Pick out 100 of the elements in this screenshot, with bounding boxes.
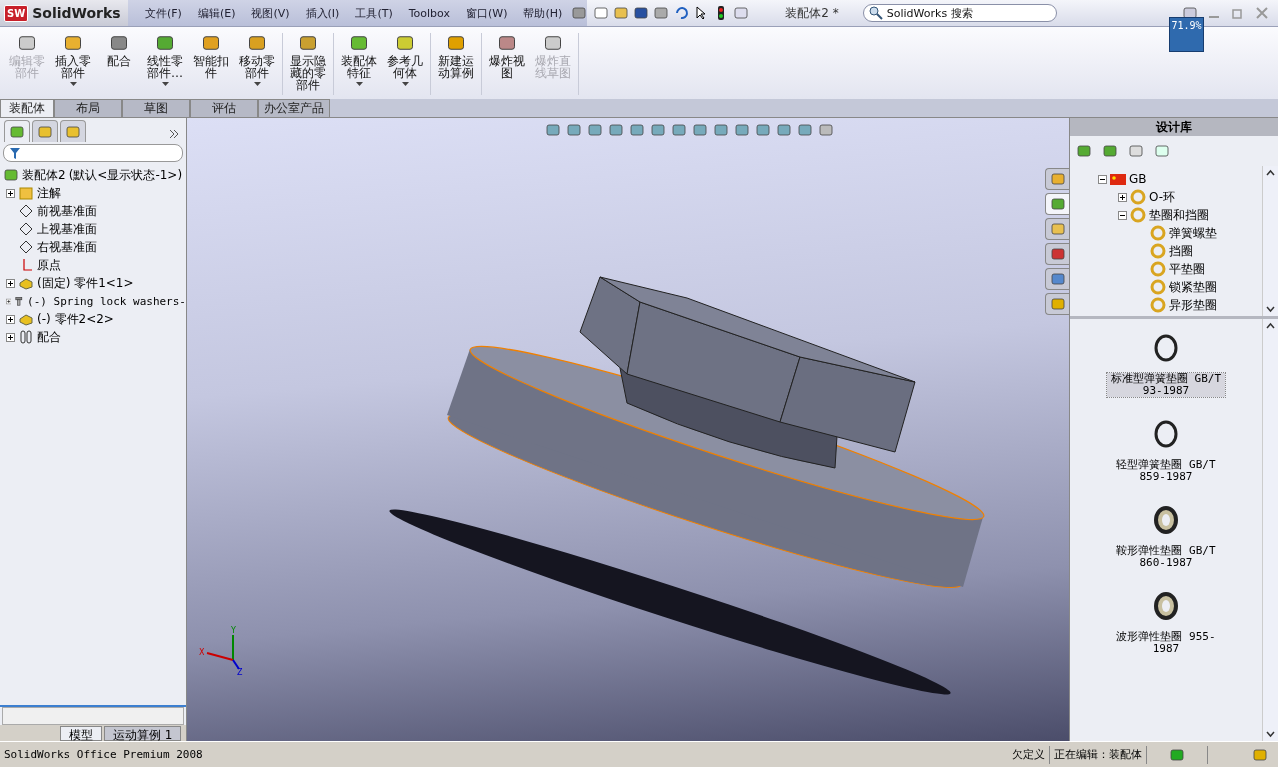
library-tree-item[interactable]: 异形垫圈: [1169, 296, 1217, 314]
library-item-label[interactable]: 标准型弹簧垫圈 GB/T 93-1987: [1107, 373, 1225, 397]
side-panel-tab[interactable]: [1045, 268, 1069, 290]
tree-item[interactable]: 上视基准面: [37, 220, 97, 238]
tree-item[interactable]: (-) 零件2<2>: [37, 310, 114, 328]
caret-icon[interactable]: [355, 82, 363, 86]
menu-item[interactable]: 帮助(H): [516, 5, 570, 21]
panel-tab[interactable]: [4, 120, 30, 142]
tab[interactable]: 装配体: [0, 99, 54, 117]
tree-item[interactable]: 原点: [37, 256, 61, 274]
search-icon: [867, 5, 884, 21]
tree-item[interactable]: 注解: [37, 184, 61, 202]
tree-item[interactable]: 右视基准面: [37, 238, 97, 256]
new-document-icon[interactable]: [593, 5, 610, 21]
collapse-icon[interactable]: [1118, 210, 1127, 220]
caret-icon[interactable]: [401, 82, 409, 86]
model-tab[interactable]: 运动算例 1: [104, 725, 182, 741]
panel-tab[interactable]: [32, 120, 58, 142]
tree-item[interactable]: (-) Spring lock washers-: [27, 294, 186, 308]
caret-icon[interactable]: [253, 82, 261, 86]
panel-title: 设计库: [1156, 118, 1192, 136]
search-input[interactable]: SolidWorks 搜索: [886, 6, 1037, 20]
ring-icon: [1150, 297, 1166, 313]
menu-item[interactable]: 窗口(W): [458, 5, 515, 21]
expand-icon[interactable]: [6, 188, 15, 198]
side-panel-tab[interactable]: [1045, 293, 1069, 315]
model-tab[interactable]: 模型: [60, 725, 102, 741]
ribbon-command-button[interactable]: 智能扣件: [188, 33, 234, 95]
status-text: 正在编辑：装配体: [1053, 747, 1143, 762]
expand-icon[interactable]: [6, 332, 15, 342]
filter-field[interactable]: [3, 144, 183, 162]
side-panel-tab[interactable]: [1045, 193, 1069, 215]
tree-item[interactable]: 配合: [37, 328, 61, 346]
ring-icon: [1130, 189, 1146, 205]
tab[interactable]: 办公室产品: [258, 99, 330, 117]
washer-icon: [1152, 419, 1180, 449]
library-tree-item[interactable]: 挡圈: [1169, 242, 1193, 260]
configuration-label: (默认<显示状态-1>): [68, 166, 183, 184]
search-field[interactable]: SolidWorks 搜索: [862, 4, 1057, 22]
ribbon-command-button[interactable]: 参考几何体: [382, 33, 428, 95]
expand-icon[interactable]: [6, 278, 15, 288]
logo-badge: SW: [4, 4, 29, 22]
ribbon-command-button[interactable]: 新建运动算例: [433, 33, 479, 95]
undo-icon[interactable]: [673, 5, 690, 21]
ribbon-command-button[interactable]: 线性零部件…: [142, 33, 188, 95]
side-panel-tab[interactable]: [1045, 218, 1069, 240]
scrollbar[interactable]: [1262, 319, 1278, 741]
library-tree-item[interactable]: O-环: [1149, 188, 1176, 206]
ribbon-command-button[interactable]: 配合: [96, 33, 142, 95]
ring-icon: [1150, 243, 1166, 259]
flag-icon: [1110, 173, 1126, 185]
expand-icon[interactable]: [1118, 192, 1127, 202]
logo-text: SolidWorks: [32, 5, 121, 21]
washer-icon: [1152, 591, 1180, 621]
panel-tab[interactable]: [60, 120, 86, 142]
library-tree-item[interactable]: 垫圈和挡圈: [1149, 206, 1209, 224]
menu-item[interactable]: 插入(I): [298, 5, 347, 21]
library-item-label[interactable]: 波形弹性垫圈 955-1987: [1107, 631, 1225, 655]
tab[interactable]: 草图: [122, 99, 190, 117]
side-panel-tab[interactable]: [1045, 168, 1069, 190]
menu-item[interactable]: 视图(V): [244, 5, 297, 21]
scrollbar[interactable]: [1262, 166, 1278, 316]
tree-root-label[interactable]: 装配体2: [22, 166, 66, 184]
caret-icon[interactable]: [69, 82, 77, 86]
menu-item[interactable]: 编辑(E): [190, 5, 243, 21]
menu-item[interactable]: 工具(T): [348, 5, 400, 21]
menu-item[interactable]: Toolbox: [401, 6, 457, 20]
library-item-label[interactable]: 轻型弹簧垫圈 GB/T 859-1987: [1107, 459, 1225, 483]
ribbon-command-button[interactable]: 移动零部件: [234, 33, 280, 95]
plane-icon: [18, 221, 34, 237]
zoom-percentage-tooltip: 71.9%: [1169, 17, 1204, 52]
washer-icon: [1152, 333, 1180, 363]
tab[interactable]: 布局: [54, 99, 122, 117]
library-tree-item[interactable]: 锁紧垫圈: [1169, 278, 1217, 296]
tree-item[interactable]: (固定) 零件1<1>: [37, 274, 134, 292]
tab[interactable]: 评估: [190, 99, 258, 117]
tree-item[interactable]: 前视基准面: [37, 202, 97, 220]
scrollbar[interactable]: [2, 707, 184, 725]
ring-icon: [1150, 261, 1166, 277]
ribbon-command-button[interactable]: 装配体特征: [336, 33, 382, 95]
ring-icon: [1150, 279, 1166, 295]
library-tree-item[interactable]: GB: [1129, 172, 1147, 186]
status-text: 欠定义: [1011, 747, 1046, 762]
library-tree-item[interactable]: 弹簧螺垫: [1169, 224, 1217, 242]
side-panel-tab[interactable]: [1045, 243, 1069, 265]
ribbon-command-button[interactable]: 爆炸视图: [484, 33, 530, 95]
caret-icon[interactable]: [161, 82, 169, 86]
plane-icon: [18, 203, 34, 219]
close-icon[interactable]: [1254, 5, 1270, 21]
ribbon-command-button[interactable]: 显示隐藏的零部件: [285, 33, 331, 95]
washer-icon: [1152, 505, 1180, 535]
expand-icon[interactable]: [6, 314, 15, 324]
library-tree-item[interactable]: 平垫圈: [1169, 260, 1205, 278]
menu-item[interactable]: 文件(F): [138, 5, 189, 21]
library-item-label[interactable]: 鞍形弹性垫圈 GB/T 860-1987: [1107, 545, 1225, 569]
app-logo[interactable]: SW SolidWorks: [0, 0, 128, 26]
plane-icon: [18, 239, 34, 255]
collapse-icon[interactable]: [1098, 174, 1107, 184]
ribbon-command-button[interactable]: 插入零部件: [50, 33, 96, 95]
ring-icon: [1150, 225, 1166, 241]
